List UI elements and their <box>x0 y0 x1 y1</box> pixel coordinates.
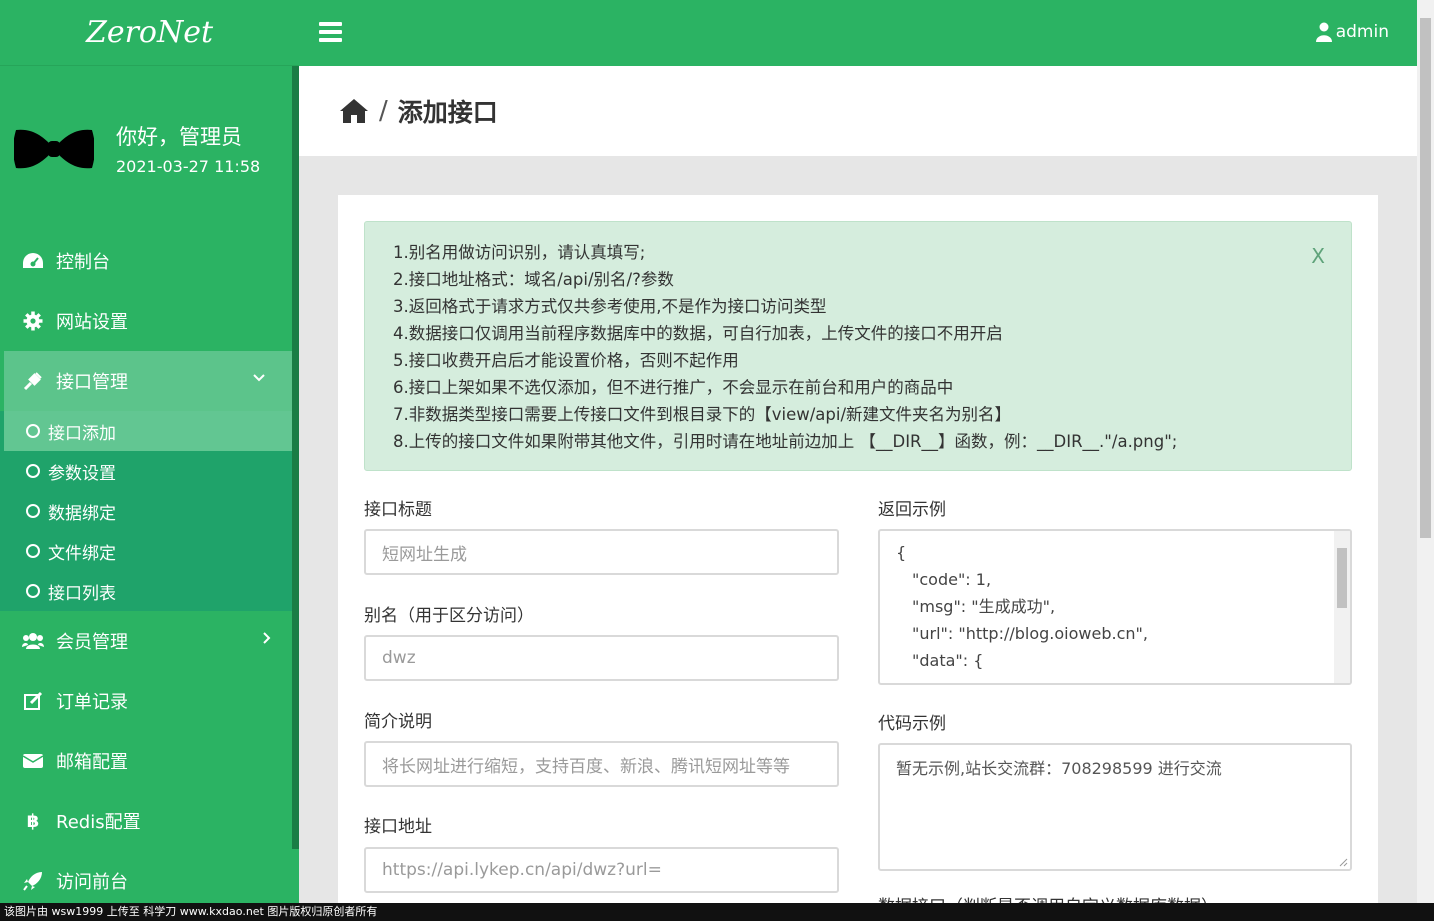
circle-icon <box>26 424 40 438</box>
plug-icon <box>22 370 44 392</box>
url-input[interactable]: https://api.lykep.cn/api/dwz?url= <box>364 847 839 893</box>
menu-toggle-icon[interactable] <box>319 22 342 42</box>
code-example-text: 暂无示例,站长交流群：708298599 进行交流 <box>896 759 1222 778</box>
users-icon <box>22 630 44 652</box>
sidebar: ZeroNet 你好，管理员 2021-03-27 11:58 控制台 网站设置… <box>0 0 299 903</box>
info-alert: 1.别名用做访问识别，请认真填写; 2.接口地址格式：域名/api/别名/?参数… <box>364 221 1352 471</box>
nav-label: 邮箱配置 <box>56 752 128 773</box>
watermark-footer: 该图片由 wsw1999 上传至 科学刀 www.kxdao.net 图片版权归… <box>0 903 1434 921</box>
code-line: "code": 1, <box>912 570 992 589</box>
circle-icon <box>26 464 40 478</box>
dashboard-icon <box>22 250 44 272</box>
alert-line: 2.接口地址格式：域名/api/别名/?参数 <box>393 270 674 289</box>
nav-dashboard[interactable]: 控制台 <box>0 231 299 291</box>
home-icon[interactable] <box>339 97 369 125</box>
return-example-textarea[interactable]: { "code": 1, "msg": "生成成功", "url": "http… <box>878 529 1352 685</box>
resize-handle-icon[interactable] <box>1338 857 1348 867</box>
page-header: / 添加接口 <box>299 66 1417 156</box>
code-example-label: 代码示例 <box>878 714 946 734</box>
api-submenu: 接口添加 参数设置 数据绑定 文件绑定 接口列表 <box>0 411 292 611</box>
nav-label: Redis配置 <box>56 812 141 833</box>
nav-label: 访问前台 <box>56 872 128 893</box>
code-line: { <box>896 543 907 562</box>
alert-line: 6.接口上架如果不选仅添加，但不进行推广，不会显示在前台和用户的商品中 <box>393 378 954 397</box>
alert-line: 7.非数据类型接口需要上传接口文件到根目录下的【view/api/新建文件夹名为… <box>393 405 1012 424</box>
form-card: 1.别名用做访问识别，请认真填写; 2.接口地址格式：域名/api/别名/?参数… <box>338 195 1378 905</box>
title-label: 接口标题 <box>364 500 432 520</box>
user-menu[interactable]: admin <box>1315 22 1389 42</box>
nav-members[interactable]: 会员管理 <box>0 611 299 671</box>
alert-line: 8.上传的接口文件如果附带其他文件，引用时请在地址前边加上 【__DIR__】函… <box>393 432 1178 451</box>
chevron-right-icon <box>263 632 271 644</box>
subnav-data-binding[interactable]: 数据绑定 <box>0 491 292 531</box>
bitcoin-icon: ฿ <box>26 810 40 832</box>
page-title: 添加接口 <box>397 98 498 127</box>
user-icon <box>1315 22 1332 42</box>
alert-line: 1.别名用做访问识别，请认真填写; <box>393 243 646 262</box>
alert-line: 4.数据接口仅调用当前程序数据库中的数据，可自行加表，上传文件的接口不用开启 <box>393 324 1003 343</box>
chevron-down-icon <box>253 374 265 382</box>
return-example-label: 返回示例 <box>878 500 946 520</box>
nav-mail-config[interactable]: 邮箱配置 <box>0 731 299 791</box>
code-line: "data": { <box>912 651 984 670</box>
url-label: 接口地址 <box>364 817 432 837</box>
alias-label: 别名（用于区分访问） <box>364 606 534 626</box>
title-input[interactable]: 短网址生成 <box>364 529 839 575</box>
subnav-params[interactable]: 参数设置 <box>0 451 292 491</box>
page-scrollbar[interactable] <box>1417 0 1434 903</box>
subnav-file-binding[interactable]: 文件绑定 <box>0 531 292 571</box>
bowtie-avatar <box>14 129 94 168</box>
nav-visit-frontend[interactable]: 访问前台 <box>0 851 299 903</box>
description-input[interactable]: 将长网址进行缩短，支持百度、新浪、腾讯短网址等等 <box>364 741 839 787</box>
alias-input[interactable]: dwz <box>364 635 839 681</box>
rocket-icon <box>22 870 44 892</box>
alert-line: 3.返回格式于请求方式仅共参考使用,不是作为接口访问类型 <box>393 297 827 316</box>
alert-close-button[interactable]: X <box>1311 244 1325 268</box>
circle-icon <box>26 584 40 598</box>
code-line: "url": "http://blog.oioweb.cn", <box>912 624 1148 643</box>
code-line: "msg": "生成成功", <box>912 597 1056 616</box>
nav-redis-config[interactable]: ฿ Redis配置 <box>0 791 299 851</box>
code-example-textarea[interactable]: 暂无示例,站长交流群：708298599 进行交流 <box>878 743 1352 871</box>
nav-label: 网站设置 <box>56 312 128 333</box>
profile: 你好，管理员 2021-03-27 11:58 <box>0 66 299 231</box>
profile-greeting: 你好，管理员 <box>116 125 242 149</box>
topbar: admin <box>299 0 1417 66</box>
alert-line: 5.接口收费开启后才能设置价格，否则不起作用 <box>393 351 739 370</box>
brand-logo[interactable]: ZeroNet <box>0 0 299 66</box>
nav-api-management[interactable]: 接口管理 <box>4 351 292 411</box>
subnav-label: 接口添加 <box>48 423 116 444</box>
mail-icon <box>22 750 44 772</box>
nav-label: 会员管理 <box>56 632 128 653</box>
circle-icon <box>26 544 40 558</box>
subnav-api-list[interactable]: 接口列表 <box>0 571 292 611</box>
nav-site-settings[interactable]: 网站设置 <box>0 291 299 351</box>
subnav-label: 参数设置 <box>48 463 116 484</box>
gear-icon <box>22 310 44 332</box>
circle-icon <box>26 504 40 518</box>
subnav-label: 数据绑定 <box>48 503 116 524</box>
profile-datetime: 2021-03-27 11:58 <box>116 157 261 176</box>
nav-label: 控制台 <box>56 252 110 273</box>
subnav-label: 接口列表 <box>48 583 116 604</box>
textarea-scrollbar[interactable] <box>1334 531 1350 683</box>
edit-icon <box>22 690 44 712</box>
user-name: admin <box>1335 22 1389 42</box>
description-label: 简介说明 <box>364 712 432 732</box>
nav-label: 接口管理 <box>56 372 128 393</box>
breadcrumb-separator: / <box>379 96 388 126</box>
nav-label: 订单记录 <box>56 692 128 713</box>
subnav-label: 文件绑定 <box>48 543 116 564</box>
subnav-add-api[interactable]: 接口添加 <box>4 411 292 451</box>
nav-orders[interactable]: 订单记录 <box>0 671 299 731</box>
